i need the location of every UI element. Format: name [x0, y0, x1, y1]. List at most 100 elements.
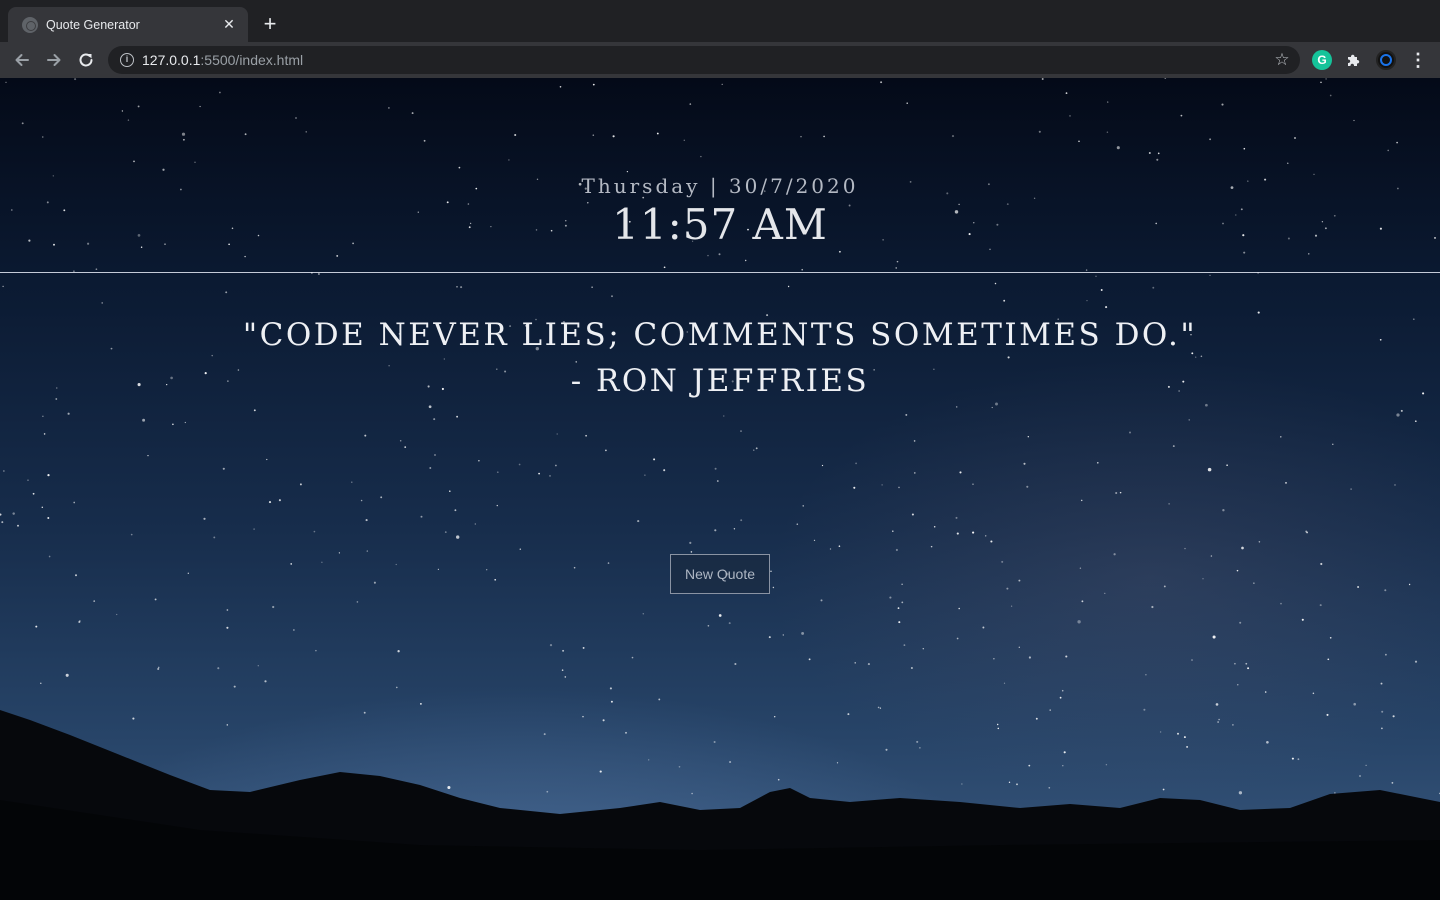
star-dot: [1353, 119, 1355, 122]
back-arrow-icon[interactable]: [10, 48, 34, 72]
star-dot: [3, 470, 5, 472]
star-dot: [429, 467, 432, 469]
kebab-menu-icon[interactable]: ⋮: [1408, 50, 1428, 70]
star-dot: [0, 513, 2, 516]
star-icon[interactable]: ☆: [1272, 50, 1292, 70]
star-dot: [27, 479, 29, 481]
star-dot: [1394, 484, 1396, 486]
star-dot: [460, 286, 463, 289]
globe-icon: [22, 16, 38, 33]
star-dot: [1329, 636, 1332, 639]
star-dot: [911, 513, 914, 516]
star-dot: [154, 598, 157, 601]
star-dot: [1115, 491, 1118, 495]
star-dot: [364, 434, 367, 437]
star-dot: [1145, 674, 1147, 676]
star-dot: [127, 119, 130, 121]
star-dot: [65, 673, 69, 677]
star-dot: [564, 676, 567, 678]
star-dot: [266, 458, 268, 461]
grammarly-icon[interactable]: G: [1312, 50, 1332, 70]
star-dot: [663, 469, 666, 472]
star-dot: [605, 449, 607, 452]
star-dot: [555, 464, 557, 467]
star-dot: [75, 574, 77, 577]
star-dot: [718, 614, 722, 617]
profile-avatar-icon[interactable]: [1376, 50, 1396, 70]
star-dot: [707, 624, 710, 627]
star-dot: [162, 168, 165, 171]
star-dot: [592, 83, 595, 86]
star-dot: [226, 609, 229, 611]
star-dot: [984, 535, 987, 537]
star-dot: [48, 555, 51, 558]
star-dot: [1285, 482, 1287, 484]
star-dot: [663, 266, 666, 269]
star-dot: [1210, 555, 1213, 557]
info-icon[interactable]: i: [120, 53, 134, 67]
star-dot: [290, 563, 293, 565]
star-dot: [1306, 531, 1309, 534]
tab-title: Quote Generator: [46, 17, 140, 32]
star-dot: [740, 519, 743, 522]
star-dot: [78, 620, 81, 624]
url-host: 127.0.0.1: [142, 52, 201, 68]
star-dot: [137, 105, 140, 108]
forward-arrow-icon[interactable]: [42, 48, 66, 72]
tab-strip: Quote Generator ✕ +: [0, 0, 1440, 42]
star-dot: [1038, 130, 1041, 133]
star-dot: [373, 581, 376, 584]
url-text[interactable]: 127.0.0.1:5500/index.html: [142, 52, 303, 68]
star-dot: [35, 625, 38, 628]
star-dot: [47, 517, 50, 519]
date-text: Thursday | 30/7/2020: [581, 174, 859, 198]
star-dot: [582, 646, 585, 649]
star-dot: [1026, 485, 1029, 488]
star-dot: [913, 472, 916, 474]
star-dot: [1188, 419, 1190, 421]
star-dot: [1209, 138, 1212, 141]
star-dot: [903, 644, 906, 646]
star-dot: [1156, 158, 1159, 161]
star-dot: [93, 600, 96, 602]
star-dot: [559, 85, 562, 88]
star-dot: [906, 102, 908, 104]
reload-icon[interactable]: [74, 48, 98, 72]
address-bar[interactable]: i 127.0.0.1:5500/index.html ☆: [108, 46, 1300, 74]
star-dot: [1357, 585, 1360, 589]
star-dot: [272, 605, 275, 609]
new-quote-button[interactable]: New Quote: [670, 554, 770, 594]
new-tab-button[interactable]: +: [258, 12, 282, 36]
star-dot: [994, 282, 997, 285]
quote-author: - Ron Jeffries: [570, 363, 870, 399]
star-dot: [1191, 659, 1193, 661]
star-dot: [101, 302, 104, 304]
close-icon[interactable]: ✕: [220, 16, 238, 34]
star-dot: [1241, 546, 1244, 550]
star-dot: [820, 599, 823, 602]
star-dot: [253, 409, 256, 412]
star-dot: [644, 474, 646, 476]
star-dot: [365, 519, 368, 522]
star-dot: [213, 536, 216, 539]
star-dot: [1065, 655, 1068, 658]
star-dot: [1, 521, 4, 524]
star-dot: [1414, 420, 1417, 423]
star-dot: [133, 160, 135, 163]
date-time-display: Thursday | 30/7/2020 11:57 AM: [0, 174, 1440, 249]
tab-quote-generator[interactable]: Quote Generator ✕: [8, 7, 248, 42]
star-dot: [1280, 602, 1282, 605]
star-dot: [895, 267, 897, 269]
star-dot: [768, 636, 771, 639]
star-dot: [707, 254, 709, 257]
star-dot: [573, 566, 576, 569]
star-dot: [217, 667, 220, 670]
star-dot: [897, 607, 900, 609]
puzzle-extension-icon[interactable]: [1344, 50, 1364, 70]
star-dot: [1006, 587, 1009, 590]
star-dot: [142, 418, 146, 422]
star-dot: [585, 434, 587, 437]
star-dot: [755, 447, 758, 450]
star-dot: [901, 601, 904, 604]
star-dot: [184, 421, 186, 424]
